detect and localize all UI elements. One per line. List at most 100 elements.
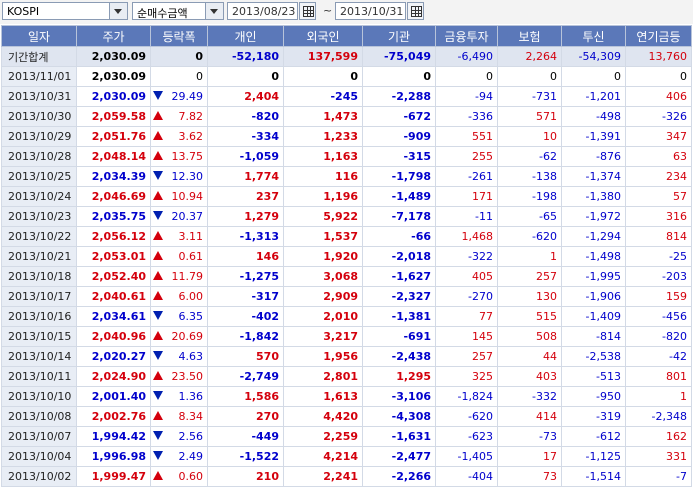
col-header-trust[interactable]: 투신	[561, 25, 626, 47]
end-date-input[interactable]: 2013/10/31	[335, 2, 406, 20]
row-change: 6.35	[150, 306, 208, 327]
row-pension: 801	[625, 366, 692, 387]
row-insurance: 403	[497, 366, 562, 387]
row-price: 2,024.90	[76, 366, 151, 387]
row-date: 2013/10/02	[1, 466, 77, 487]
row-date: 2013/10/30	[1, 106, 77, 127]
row-price: 2,059.58	[76, 106, 151, 127]
row-individual: -1,522	[207, 446, 284, 467]
metric-select[interactable]: 순매수금액	[132, 2, 224, 20]
row-trust: -950	[561, 386, 626, 407]
row-trust: -1,125	[561, 446, 626, 467]
col-header-pension[interactable]: 연기금등	[625, 25, 692, 47]
col-header-fin-invest[interactable]: 금융투자	[435, 25, 498, 47]
table-row[interactable]: 2013/10/28 2,048.14 13.75 -1,059 1,163 -315 25…	[1, 146, 692, 167]
total-pension: 13,760	[625, 46, 692, 67]
row-price: 2,046.69	[76, 186, 151, 207]
down-triangle-icon	[153, 171, 163, 180]
col-header-institution[interactable]: 기관	[362, 25, 436, 47]
table-row[interactable]: 2013/10/18 2,052.40 11.79 -1,275 3,068 -1,627…	[1, 266, 692, 287]
col-header-change[interactable]: 등락폭	[150, 25, 208, 47]
table-row[interactable]: 2013/10/07 1,994.42 2.56 -449 2,259 -1,631 -62…	[1, 426, 692, 447]
row-fin-invest: -404	[435, 466, 498, 487]
row-individual: 2,404	[207, 86, 284, 107]
calendar-icon[interactable]	[299, 2, 316, 20]
row-date: 2013/10/08	[1, 406, 77, 427]
row-change-value: 29.49	[171, 90, 204, 103]
row-change: 29.49	[150, 86, 208, 107]
row-change-value: 2.56	[178, 430, 204, 443]
calendar-icon[interactable]	[407, 2, 424, 20]
row-institution: -66	[362, 226, 436, 247]
row-change: 3.11	[150, 226, 208, 247]
row-insurance: 10	[497, 126, 562, 147]
table-row[interactable]: 2013/10/30 2,059.58 7.82 -820 1,473 -672 -336 5…	[1, 106, 692, 127]
total-row[interactable]: 기간합계 2,030.09 0 -52,180 137,599 -75,049 …	[1, 46, 692, 67]
row-insurance: 508	[497, 326, 562, 347]
chevron-down-icon[interactable]	[109, 3, 127, 19]
row-institution: -2,266	[362, 466, 436, 487]
table-row[interactable]: 2013/10/25 2,034.39 12.30 1,774 116 -1,798 -26…	[1, 166, 692, 187]
row-foreign: 1,956	[283, 346, 363, 367]
row-price: 2,040.96	[76, 326, 151, 347]
row-institution: 0	[362, 66, 436, 87]
table-row[interactable]: 2013/10/29 2,051.76 3.62 -334 1,233 -909 551 10…	[1, 126, 692, 147]
row-pension: 406	[625, 86, 692, 107]
row-insurance: 571	[497, 106, 562, 127]
up-triangle-icon	[153, 111, 163, 120]
market-select[interactable]: KOSPI	[2, 2, 128, 20]
table-row[interactable]: 2013/10/15 2,040.96 20.69 -1,842 3,217 -691 14…	[1, 326, 692, 347]
row-foreign: 3,068	[283, 266, 363, 287]
row-foreign: 2,909	[283, 286, 363, 307]
row-date: 2013/10/04	[1, 446, 77, 467]
col-header-foreign[interactable]: 외국인	[283, 25, 363, 47]
row-insurance: 130	[497, 286, 562, 307]
row-date: 2013/10/24	[1, 186, 77, 207]
total-individual: -52,180	[207, 46, 284, 67]
row-change-value: 20.69	[171, 330, 204, 343]
row-fin-invest: 255	[435, 146, 498, 167]
col-header-price[interactable]: 주가	[76, 25, 151, 47]
market-select-value: KOSPI	[7, 5, 40, 18]
row-date: 2013/10/14	[1, 346, 77, 367]
table-row[interactable]: 2013/10/11 2,024.90 23.50 -2,749 2,801 1,295 3…	[1, 366, 692, 387]
row-insurance: 257	[497, 266, 562, 287]
row-insurance: 1	[497, 246, 562, 267]
table-row[interactable]: 2013/10/17 2,040.61 6.00 -317 2,909 -2,327 -27…	[1, 286, 692, 307]
row-pension: 63	[625, 146, 692, 167]
row-date: 2013/10/22	[1, 226, 77, 247]
table-row[interactable]: 2013/10/14 2,020.27 4.63 570 1,956 -2,438 257 4…	[1, 346, 692, 367]
table-row[interactable]: 2013/10/21 2,053.01 0.61 146 1,920 -2,018 -322…	[1, 246, 692, 267]
chevron-down-icon[interactable]	[205, 3, 223, 19]
row-insurance: -620	[497, 226, 562, 247]
row-change: 0.60	[150, 466, 208, 487]
row-trust: -1,201	[561, 86, 626, 107]
table-row[interactable]: 2013/10/24 2,046.69 10.94 237 1,196 -1,489 171…	[1, 186, 692, 207]
col-header-date[interactable]: 일자	[1, 25, 77, 47]
table-row[interactable]: 2013/10/23 2,035.75 20.37 1,279 5,922 -7,178-…	[1, 206, 692, 227]
row-institution: -691	[362, 326, 436, 347]
down-triangle-icon	[153, 211, 163, 220]
up-triangle-icon	[153, 471, 163, 480]
table-row[interactable]: 2013/10/31 2,030.09 29.49 2,404 -245 -2,288 -9…	[1, 86, 692, 107]
row-foreign: 3,217	[283, 326, 363, 347]
table-row[interactable]: 2013/10/10 2,001.40 1.36 1,586 1,613 -3,106 -1…	[1, 386, 692, 407]
col-header-individual[interactable]: 개인	[207, 25, 284, 47]
col-header-insurance[interactable]: 보험	[497, 25, 562, 47]
table-row[interactable]: 2013/10/08 2,002.76 8.34 270 4,420 -4,308 -620…	[1, 406, 692, 427]
row-insurance: -138	[497, 166, 562, 187]
table-row[interactable]: 2013/10/22 2,056.12 3.11 -1,313 1,537 -66 1,46…	[1, 226, 692, 247]
row-pension: 347	[625, 126, 692, 147]
total-price: 2,030.09	[76, 46, 151, 67]
table-row[interactable]: 2013/10/04 1,996.98 2.49 -1,522 4,214 -2,477-…	[1, 446, 692, 467]
total-label: 기간합계	[1, 46, 77, 67]
table-row[interactable]: 2013/10/16 2,034.61 6.35 -402 2,010 -1,381 77 5…	[1, 306, 692, 327]
up-triangle-icon	[153, 411, 163, 420]
table-row[interactable]: 2013/11/01 2,030.09 0 0 0 0 0 0 0 0	[1, 66, 692, 87]
row-change: 13.75	[150, 146, 208, 167]
start-date-input[interactable]: 2013/08/23	[227, 2, 298, 20]
row-foreign: 1,163	[283, 146, 363, 167]
row-insurance: 0	[497, 66, 562, 87]
table-row[interactable]: 2013/10/02 1,999.47 0.60 210 2,241 -2,266 -404…	[1, 466, 692, 487]
row-individual: 1,279	[207, 206, 284, 227]
